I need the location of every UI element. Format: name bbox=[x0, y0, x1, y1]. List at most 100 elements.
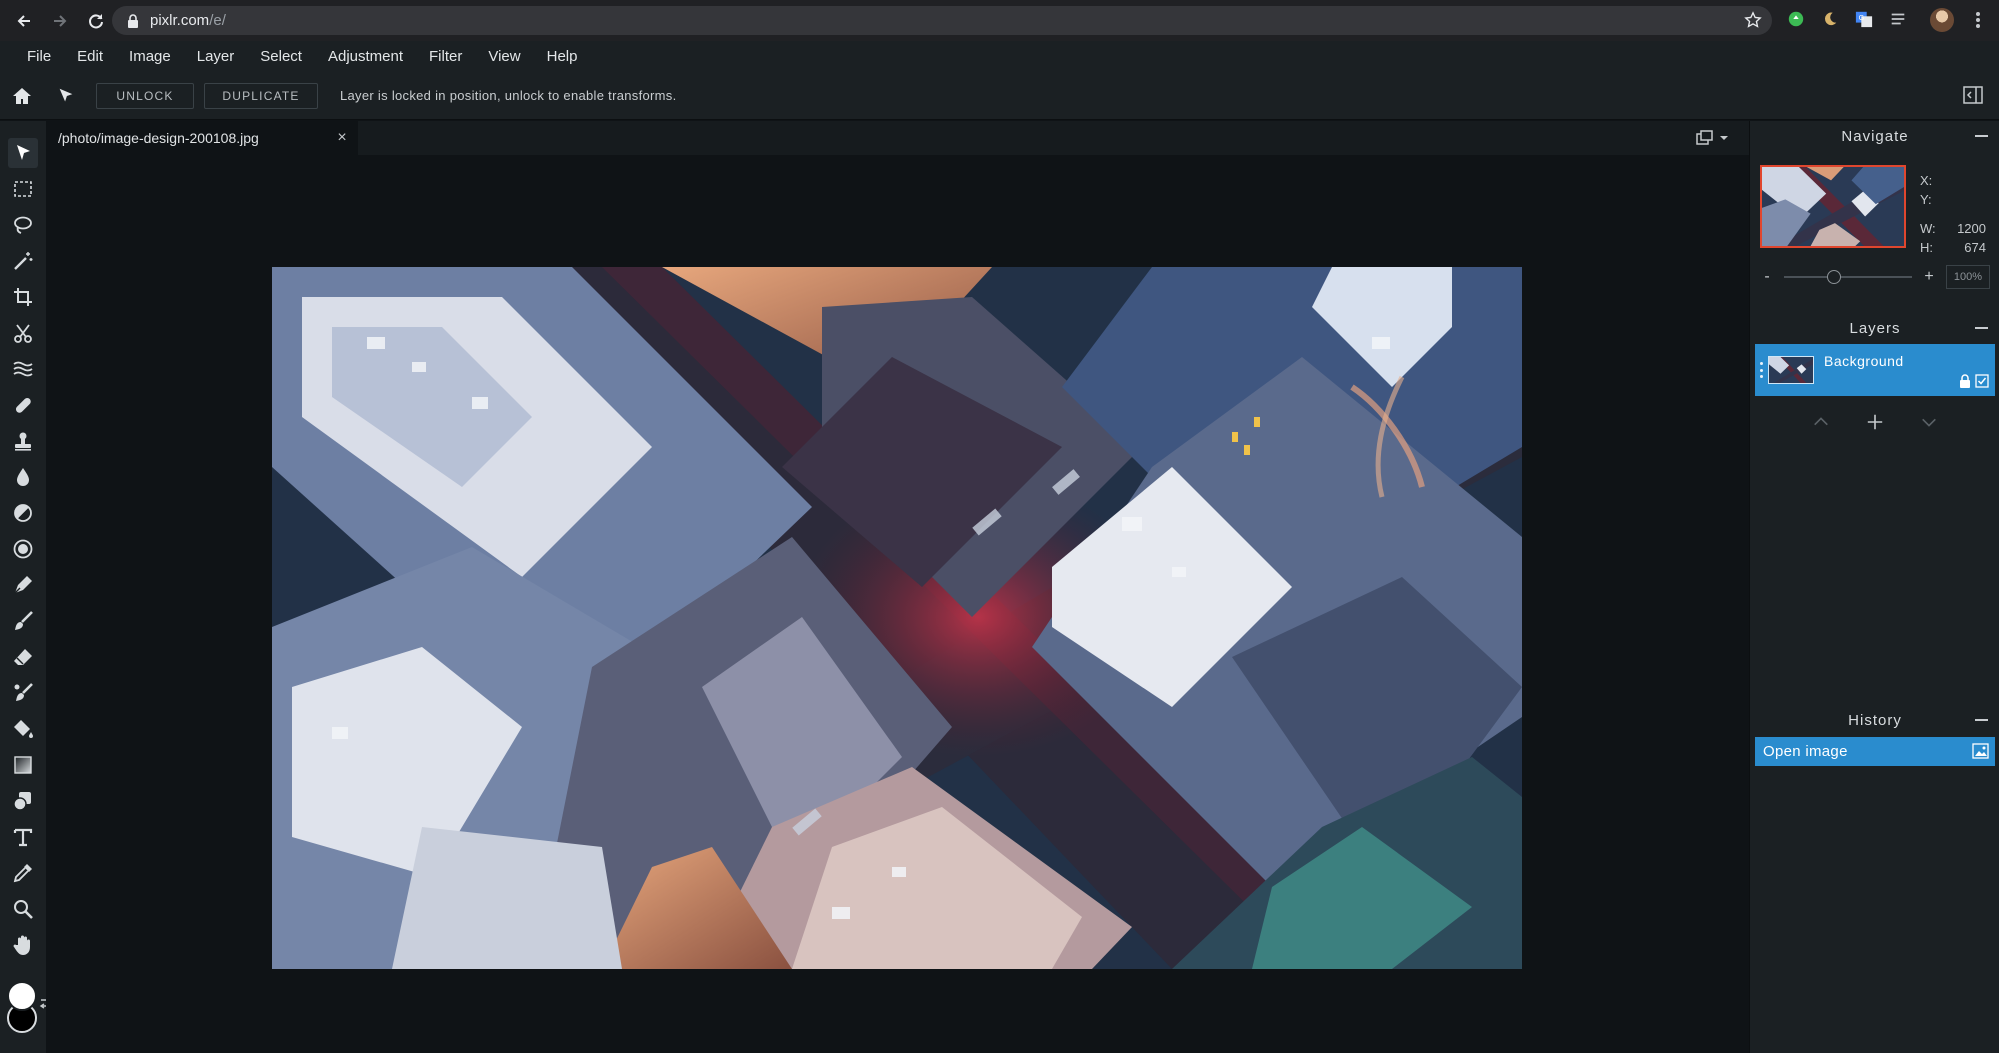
menu-adjustment[interactable]: Adjustment bbox=[315, 41, 416, 72]
zoom-out-button[interactable]: - bbox=[1760, 268, 1774, 286]
zoom-percent-field[interactable]: 100% bbox=[1946, 265, 1990, 289]
navigator-preview bbox=[1762, 167, 1904, 246]
eyedropper-icon[interactable] bbox=[8, 858, 38, 888]
extension-green-icon[interactable] bbox=[1785, 8, 1807, 30]
extension-moon-icon[interactable] bbox=[1819, 8, 1841, 30]
home-button[interactable] bbox=[0, 72, 44, 120]
canvas-workspace: /photo/image-design-200108.jpg × bbox=[46, 121, 1749, 1053]
menu-filter[interactable]: Filter bbox=[416, 41, 475, 72]
lock-icon bbox=[128, 13, 138, 28]
panel-toggle-icon[interactable] bbox=[1963, 86, 1983, 104]
star-icon[interactable] bbox=[1744, 11, 1762, 29]
extension-translate-icon[interactable]: G bbox=[1853, 8, 1875, 30]
pointer-icon bbox=[59, 88, 73, 101]
add-layer-button[interactable] bbox=[1864, 411, 1886, 433]
y-readout: Y: bbox=[1920, 192, 1932, 207]
shape-icon[interactable] bbox=[8, 786, 38, 816]
move-layer-up-button[interactable] bbox=[1810, 411, 1832, 433]
zoom-in-button[interactable]: + bbox=[1922, 268, 1936, 286]
profile-avatar[interactable] bbox=[1930, 8, 1954, 32]
document-tab-title: /photo/image-design-200108.jpg bbox=[58, 130, 259, 146]
layers-title: Layers bbox=[1849, 319, 1901, 337]
foreground-color-swatch[interactable] bbox=[7, 981, 37, 1011]
zoom-controls: - + 100% bbox=[1760, 265, 1992, 289]
navigator-thumbnail[interactable] bbox=[1760, 165, 1906, 248]
liquify-icon[interactable] bbox=[8, 354, 38, 384]
address-bar[interactable]: pixlr.com/e/ bbox=[112, 6, 1772, 35]
duplicate-button[interactable]: DUPLICATE bbox=[204, 82, 318, 109]
arrange-windows-icon[interactable] bbox=[1695, 129, 1731, 147]
cutout-icon[interactable] bbox=[8, 318, 38, 348]
lock-icon[interactable] bbox=[1959, 374, 1971, 388]
browser-chrome: pixlr.com/e/ G bbox=[0, 0, 1999, 41]
menu-help[interactable]: Help bbox=[534, 41, 591, 72]
text-icon[interactable] bbox=[8, 822, 38, 852]
arrow-left-icon bbox=[17, 14, 30, 27]
gradient-icon[interactable] bbox=[8, 750, 38, 780]
width-readout: W: 1200 bbox=[1920, 221, 1986, 236]
document-image[interactable] bbox=[272, 267, 1522, 969]
magic-wand-icon[interactable] bbox=[8, 246, 38, 276]
move-layer-down-button[interactable] bbox=[1918, 411, 1940, 433]
sponge-icon[interactable] bbox=[8, 498, 38, 528]
right-panels: Navigate X: Y: W: 1200 H: 674 - + 100% Lay… bbox=[1749, 121, 1999, 1053]
menu-layer[interactable]: Layer bbox=[184, 41, 248, 72]
layers-panel-header: Layers bbox=[1750, 313, 1999, 343]
collapse-layers-icon[interactable] bbox=[1975, 327, 1988, 329]
visibility-checkbox-icon[interactable] bbox=[1975, 374, 1989, 388]
close-icon[interactable]: × bbox=[334, 129, 350, 146]
lock-message: Layer is locked in position, unlock to e… bbox=[340, 88, 677, 103]
left-toolbar bbox=[0, 121, 46, 1053]
collapse-history-icon[interactable] bbox=[1975, 719, 1988, 721]
history-item[interactable]: Open image bbox=[1755, 737, 1995, 766]
menu-file[interactable]: File bbox=[0, 41, 64, 72]
history-panel-header: History bbox=[1750, 705, 1999, 735]
forward-button[interactable] bbox=[44, 5, 76, 37]
marquee-icon[interactable] bbox=[8, 174, 38, 204]
arrow-right-icon bbox=[54, 14, 67, 27]
navigate-title: Navigate bbox=[1841, 127, 1909, 145]
arrange-tool-icon[interactable] bbox=[8, 138, 38, 168]
app-menu-bar: File Edit Image Layer Select Adjustment … bbox=[0, 41, 1999, 72]
collapse-navigate-icon[interactable] bbox=[1975, 135, 1988, 137]
height-readout: H: 674 bbox=[1920, 240, 1986, 255]
blur-icon[interactable] bbox=[8, 462, 38, 492]
color-replace-icon[interactable] bbox=[8, 678, 38, 708]
arrange-tool-indicator bbox=[44, 72, 88, 120]
hand-icon[interactable] bbox=[8, 930, 38, 960]
menu-image[interactable]: Image bbox=[116, 41, 184, 72]
unlock-button[interactable]: UNLOCK bbox=[96, 82, 194, 109]
menu-edit[interactable]: Edit bbox=[64, 41, 116, 72]
reload-icon bbox=[89, 13, 103, 28]
clone-stamp-icon[interactable] bbox=[8, 426, 38, 456]
aerial-city-photo bbox=[272, 267, 1522, 969]
image-icon bbox=[1972, 743, 1989, 759]
extension-grid-icon[interactable] bbox=[1887, 8, 1909, 30]
crop-icon[interactable] bbox=[8, 282, 38, 312]
menu-select[interactable]: Select bbox=[247, 41, 315, 72]
svg-text:G: G bbox=[1859, 13, 1865, 22]
back-button[interactable] bbox=[8, 5, 40, 37]
layer-item[interactable]: Background bbox=[1755, 344, 1995, 396]
history-item-label: Open image bbox=[1763, 743, 1848, 760]
zoom-slider[interactable] bbox=[1784, 270, 1912, 284]
document-tab[interactable]: /photo/image-design-200108.jpg × bbox=[46, 121, 358, 155]
drag-handle-icon[interactable] bbox=[1760, 362, 1763, 378]
eraser-icon[interactable] bbox=[8, 642, 38, 672]
brush-icon[interactable] bbox=[8, 606, 38, 636]
dodge-burn-icon[interactable] bbox=[8, 534, 38, 564]
zoom-slider-handle[interactable] bbox=[1827, 270, 1841, 284]
browser-menu-icon[interactable] bbox=[1968, 9, 1988, 31]
heal-icon[interactable] bbox=[8, 390, 38, 420]
chevron-down-icon bbox=[1922, 418, 1936, 427]
pen-icon[interactable] bbox=[8, 570, 38, 600]
reload-button[interactable] bbox=[80, 5, 112, 37]
layer-thumbnail bbox=[1768, 356, 1814, 384]
zoom-icon[interactable] bbox=[8, 894, 38, 924]
menu-view[interactable]: View bbox=[475, 41, 533, 72]
url-path: /e/ bbox=[209, 12, 226, 29]
navigator-readout: X: Y: W: 1200 H: 674 bbox=[1920, 171, 1986, 257]
navigate-panel-header: Navigate bbox=[1750, 121, 1999, 151]
fill-bucket-icon[interactable] bbox=[8, 714, 38, 744]
lasso-icon[interactable] bbox=[8, 210, 38, 240]
